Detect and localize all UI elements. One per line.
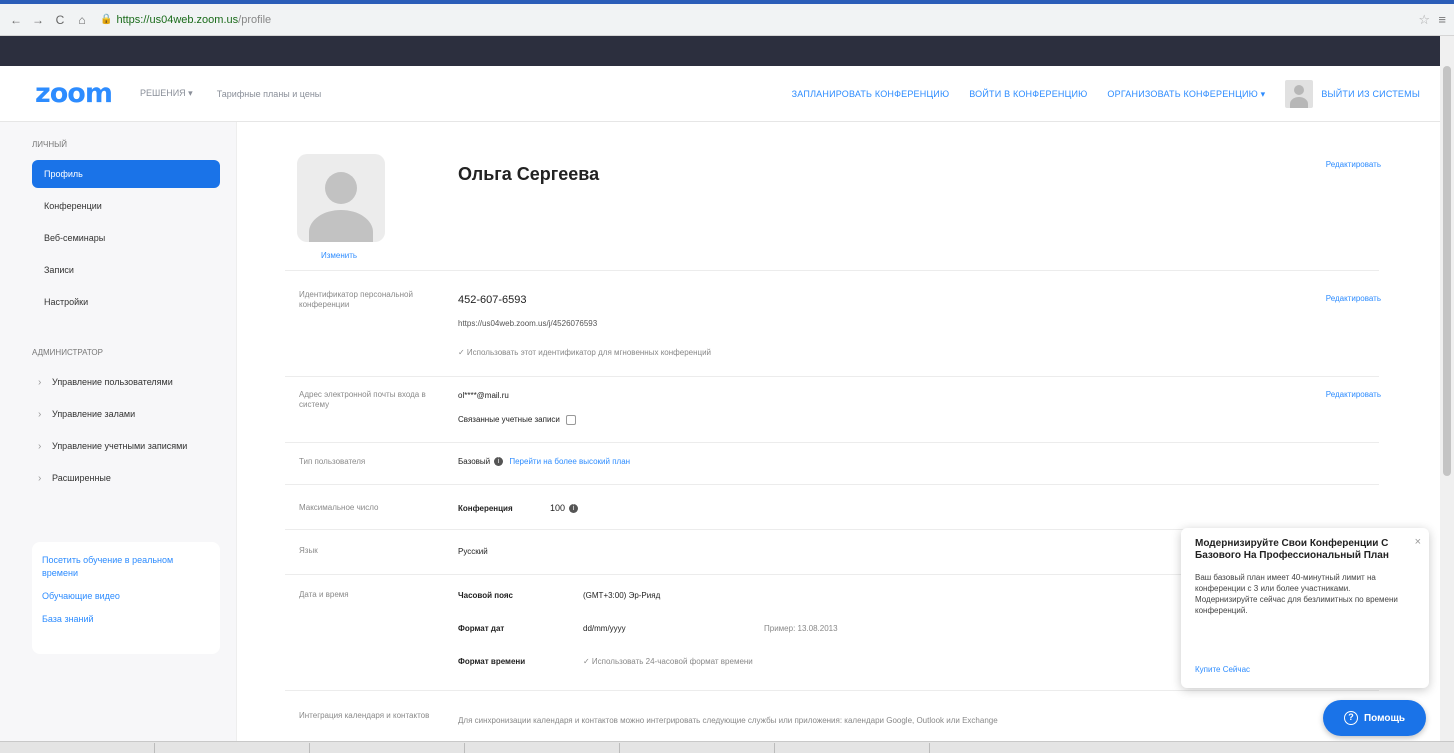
forward-icon[interactable]: → — [30, 12, 46, 28]
pmi-value: 452-607-6593 — [458, 294, 527, 306]
taskbar-item[interactable] — [775, 743, 930, 753]
email-value: ol****@mail.ru — [458, 391, 509, 400]
upgrade-popup: × Модернизируйте Свои Конференции С Базо… — [1181, 528, 1429, 688]
capacity-label: Максимальное число — [299, 503, 379, 512]
url-path: /profile — [238, 13, 272, 26]
sidebar-item-settings[interactable]: Настройки — [32, 288, 220, 316]
divider — [285, 442, 1379, 443]
info-icon[interactable]: i — [494, 457, 504, 467]
sidebar-item-recordings[interactable]: Записи — [32, 256, 220, 284]
sidebar-item-meetings[interactable]: Конференции — [32, 192, 220, 220]
browser-menu-icon[interactable]: ≡ — [1438, 12, 1446, 27]
back-icon[interactable]: ← — [8, 12, 24, 28]
taskbar-item[interactable] — [155, 743, 310, 753]
sidebar-item-user-management[interactable]: Управление пользователями — [32, 368, 220, 396]
language-value: Русский — [458, 547, 488, 556]
home-icon[interactable]: ⌂ — [74, 12, 90, 28]
taskbar-item[interactable] — [620, 743, 775, 753]
schedule-meeting-link[interactable]: ЗАПЛАНИРОВАТЬ КОНФЕРЕНЦИЮ — [792, 89, 950, 99]
help-button[interactable]: ? Помощь — [1323, 700, 1426, 736]
user-type-value: Базовый — [458, 457, 491, 466]
pmi-url[interactable]: https://us04web.zoom.us/j/4526076593 — [458, 319, 597, 328]
change-photo-link[interactable]: Изменить — [321, 251, 357, 260]
question-icon: ? — [1343, 711, 1358, 725]
sidebar-section-admin: АДМИНИСТРАТОР — [32, 348, 103, 357]
sidebar-item-account-management[interactable]: Управление учетными записями — [32, 432, 220, 460]
calendar-label: Интеграция календаря и контактов — [299, 711, 430, 720]
taskbar-item[interactable] — [0, 743, 155, 753]
address-bar[interactable]: 🔒 https://us04web.zoom.us /profile — [100, 14, 271, 26]
language-label: Язык — [299, 546, 318, 555]
datetime-label: Дата и время — [299, 590, 349, 599]
upgrade-plan-link[interactable]: Перейти на более высокий план — [509, 457, 630, 466]
date-format-value: dd/mm/yyyy — [583, 624, 626, 633]
sidebar-item-webinars[interactable]: Веб-семинары — [32, 224, 220, 252]
time-format-option[interactable]: ✓ Использовать 24-часовой формат времени — [583, 657, 753, 666]
url-host: https://us04web.zoom.us — [116, 13, 239, 26]
join-meeting-link[interactable]: ВОЙТИ В КОНФЕРЕНЦИЮ — [969, 89, 1087, 99]
help-label: Помощь — [1363, 712, 1406, 724]
video-tutorials-link[interactable]: Обучающие видео — [42, 590, 210, 603]
popup-title: Модернизируйте Свои Конференции С Базово… — [1195, 538, 1389, 561]
linked-accounts-checkbox[interactable] — [565, 415, 576, 425]
zoom-logo[interactable]: zoom — [35, 78, 113, 109]
email-label: Адрес электронной почты входа в систему — [299, 390, 426, 409]
edit-email-link[interactable]: Редактировать — [1326, 390, 1381, 399]
sidebar-item-profile[interactable]: Профиль — [32, 160, 220, 188]
capacity-row: 100 i — [550, 503, 579, 514]
divider — [285, 690, 1379, 691]
taskbar — [0, 741, 1454, 753]
divider — [285, 484, 1379, 485]
capacity-key: Конференция — [458, 504, 513, 513]
user-type-row: Базовый i Перейти на более высокий план — [458, 457, 630, 467]
divider — [285, 376, 1379, 377]
pmi-label: Идентификатор персональной конференции — [299, 290, 413, 309]
close-icon[interactable]: × — [1415, 536, 1421, 548]
nav-solutions[interactable]: РЕШЕНИЯ ▾ — [140, 88, 193, 99]
pmi-instant-option[interactable]: ✓ Использовать этот идентификатор для мг… — [458, 348, 711, 357]
page-scrollbar[interactable] — [1440, 36, 1454, 741]
time-format-key: Формат времени — [458, 657, 526, 666]
user-type-label: Тип пользователя — [299, 457, 366, 466]
host-meeting-link[interactable]: ОРГАНИЗОВАТЬ КОНФЕРЕНЦИЮ ▾ — [1107, 89, 1265, 100]
header-right: ЗАПЛАНИРОВАТЬ КОНФЕРЕНЦИЮ ВОЙТИ В КОНФЕР… — [792, 66, 1440, 122]
person-icon-head — [325, 172, 357, 204]
nav-plans-pricing[interactable]: Тарифные планы и цены — [217, 89, 322, 99]
divider — [285, 270, 1379, 271]
sidebar-item-advanced[interactable]: Расширенные — [32, 464, 220, 492]
dark-banner — [0, 36, 1440, 66]
browser-toolbar: ← → C ⌂ 🔒 https://us04web.zoom.us /profi… — [0, 4, 1454, 36]
zoom-header: zoom РЕШЕНИЯ ▾ Тарифные планы и цены ЗАП… — [0, 66, 1440, 122]
edit-pmi-link[interactable]: Редактировать — [1326, 294, 1381, 303]
sidebar: ЛИЧНЫЙ Профиль Конференции Веб-семинары … — [0, 122, 237, 753]
scrollbar-thumb[interactable] — [1443, 66, 1451, 476]
taskbar-item[interactable] — [465, 743, 620, 753]
bookmark-star-icon[interactable]: ☆ — [1418, 12, 1430, 28]
timezone-value: (GMT+3:00) Эр-Рияд — [583, 591, 661, 600]
timezone-key: Часовой пояс — [458, 591, 513, 600]
buy-now-link[interactable]: Купите Сейчас — [1195, 665, 1250, 674]
date-format-example: Пример: 13.08.2013 — [764, 624, 838, 633]
date-format-key: Формат дат — [458, 624, 505, 633]
sidebar-item-room-management[interactable]: Управление залами — [32, 400, 220, 428]
sidebar-section-personal: ЛИЧНЫЙ — [32, 140, 67, 149]
capacity-value: 100 — [550, 503, 566, 513]
taskbar-item[interactable] — [310, 743, 465, 753]
lock-icon: 🔒 — [100, 14, 113, 25]
info-icon[interactable]: i — [569, 504, 579, 514]
reload-icon[interactable]: C — [52, 12, 68, 28]
linked-accounts: Связанные учетные записи — [458, 415, 576, 425]
avatar[interactable] — [1285, 80, 1314, 108]
profile-name: Ольга Сергеева — [458, 164, 600, 184]
sidebar-help-card: Посетить обучение в реальном времени Обу… — [32, 542, 220, 654]
signout-link[interactable]: ВЫЙТИ ИЗ СИСТЕМЫ — [1321, 89, 1420, 99]
popup-body: Ваш базовый план имеет 40-минутный лимит… — [1195, 573, 1398, 615]
profile-picture[interactable] — [297, 154, 385, 242]
edit-name-link[interactable]: Редактировать — [1326, 160, 1381, 169]
person-icon-body — [309, 210, 373, 242]
calendar-value: Для синхронизации календаря и контактов … — [458, 716, 998, 725]
knowledge-base-link[interactable]: База знаний — [42, 613, 210, 626]
live-training-link[interactable]: Посетить обучение в реальном времени — [42, 554, 210, 580]
linked-accounts-label: Связанные учетные записи — [458, 415, 560, 425]
